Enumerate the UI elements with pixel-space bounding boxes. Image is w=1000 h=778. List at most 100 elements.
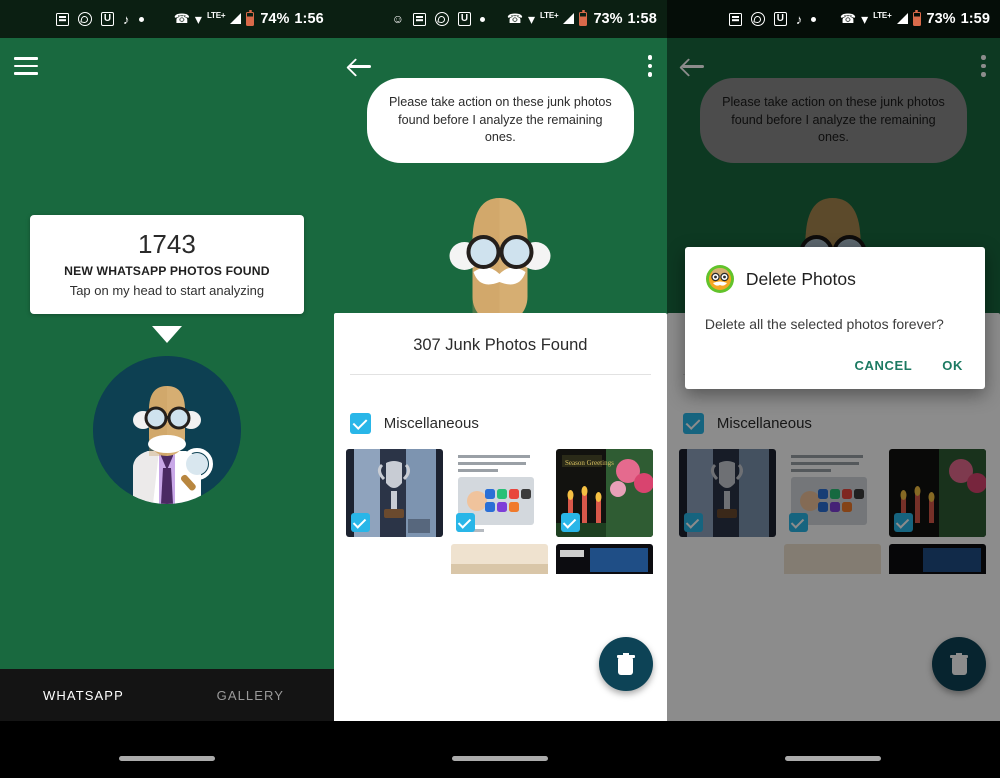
- delete-fab-button[interactable]: [598, 637, 653, 691]
- battery-icon: [912, 9, 921, 26]
- photo-checkbox[interactable]: [455, 513, 475, 532]
- clock-3: 1:59: [960, 11, 990, 27]
- photo-thumbnail-row-1: Season Greetings: [334, 434, 667, 537]
- photo-partial-image: [345, 544, 443, 574]
- home-pill-3[interactable]: [785, 756, 882, 761]
- panel-delete-confirmation-dialog: U ♪ ☎ ▾ LTE+ 73% 1:59 Please take action…: [666, 0, 1000, 778]
- photo-partial-image: [450, 544, 548, 574]
- bottom-tab-bar: WHATSAPP GALLERY: [0, 669, 334, 721]
- back-arrow-icon[interactable]: [348, 55, 374, 77]
- photo-partial-image: [555, 544, 653, 574]
- app-bar-1: [0, 38, 334, 94]
- phone-call-icon: ☎: [839, 11, 857, 26]
- dot-icon: [480, 16, 486, 22]
- battery-icon: [246, 9, 255, 26]
- status-system-icons-1: ☎ ▾ LTE+ 74% 1:56: [173, 9, 324, 27]
- junk-photos-bottom-sheet: 307 Junk Photos Found Miscellaneous Seas…: [333, 313, 667, 721]
- photo-checkbox[interactable]: [560, 513, 580, 532]
- status-system-icons-3: ☎ ▾ LTE+ 73% 1:59: [839, 9, 990, 27]
- photo-count-card: 1743 NEW WHATSAPP PHOTOS FOUND Tap on my…: [30, 215, 304, 314]
- photo-thumbnail[interactable]: [450, 449, 548, 537]
- u-app-icon: U: [101, 12, 114, 26]
- signal-icon: [563, 13, 575, 24]
- network-type-label-3: LTE+: [873, 10, 892, 20]
- signal-icon: [230, 13, 242, 24]
- photo-count-subtitle: NEW WHATSAPP PHOTOS FOUND: [64, 264, 270, 278]
- group-header-misc: Miscellaneous: [334, 375, 667, 434]
- photo-thumbnail[interactable]: [345, 544, 443, 574]
- status-bar-3: U ♪ ☎ ▾ LTE+ 73% 1:59: [666, 0, 1000, 38]
- tab-gallery[interactable]: GALLERY: [167, 688, 334, 703]
- photo-thumbnail[interactable]: [345, 449, 443, 537]
- wifi-icon: ▾: [861, 11, 869, 27]
- network-type-label-1: LTE+: [206, 10, 226, 20]
- photo-count-hint: Tap on my head to start analyzing: [69, 283, 265, 298]
- panel-home-screen: U ♪ ☎ ▾ LTE+ 74% 1:56 1743 NEW WHATSAPP …: [0, 0, 334, 778]
- news-icon: [413, 12, 427, 26]
- dot-icon: [138, 16, 144, 22]
- home-pill-1[interactable]: [118, 756, 215, 761]
- whatsapp-icon: [435, 12, 450, 26]
- battery-percent-3: 73%: [926, 11, 956, 27]
- dialog-actions: CANCEL OK: [705, 332, 965, 381]
- news-icon: [728, 12, 742, 26]
- assistant-speech-bubble-2: Please take action on these junk photos …: [366, 78, 634, 163]
- status-system-icons-2: ☎ ▾ LTE+ 73% 1:58: [506, 9, 657, 27]
- tiktok-icon: ♪: [123, 11, 130, 27]
- status-bar-1: U ♪ ☎ ▾ LTE+ 74% 1:56: [0, 0, 334, 38]
- phone-call-icon: ☎: [173, 11, 190, 26]
- dialog-scrim-overlay[interactable]: [666, 38, 1000, 778]
- gesture-nav-3: [666, 721, 1000, 778]
- sheet-title-2: 307 Junk Photos Found: [413, 336, 588, 354]
- u-app-icon: U: [773, 12, 787, 26]
- home-pill-2[interactable]: [452, 756, 549, 761]
- battery-icon: [579, 9, 588, 26]
- clock-1: 1:56: [294, 11, 324, 27]
- status-bar-2: ☺ U ☎ ▾ LTE+ 73% 1:58: [333, 0, 667, 38]
- dot-icon: [811, 16, 817, 22]
- photo-thumbnail[interactable]: Season Greetings: [555, 449, 653, 537]
- professor-avatar-graphic: [92, 356, 241, 504]
- hamburger-menu-icon[interactable]: [14, 57, 38, 75]
- wifi-icon: ▾: [194, 11, 202, 27]
- dialog-title: Delete Photos: [745, 268, 856, 289]
- photo-checkbox[interactable]: [350, 513, 370, 532]
- status-notification-icons-2: ☺ U: [391, 11, 486, 26]
- clock-2: 1:58: [627, 11, 657, 27]
- phone-call-icon: ☎: [506, 11, 524, 26]
- svg-text:Season Greetings: Season Greetings: [565, 459, 614, 467]
- caret-down-icon: [151, 326, 182, 343]
- photo-thumbnail[interactable]: [450, 544, 548, 574]
- delete-trash-icon: [616, 653, 635, 675]
- group-label-misc: Miscellaneous: [383, 415, 479, 432]
- u-app-icon: U: [458, 12, 472, 26]
- tiktok-icon: ♪: [795, 11, 803, 27]
- panel-junk-photos-sheet: ☺ U ☎ ▾ LTE+ 73% 1:58 Please take action…: [333, 0, 667, 778]
- news-icon: [56, 12, 69, 26]
- status-notification-icons-3: U ♪: [728, 11, 817, 27]
- whatsapp-icon: [78, 12, 92, 26]
- professor-avatar-button[interactable]: [92, 356, 241, 504]
- network-type-label-2: LTE+: [540, 10, 559, 20]
- photo-thumbnail-row-2: [334, 537, 667, 574]
- three-panel-screenshot-strip: U ♪ ☎ ▾ LTE+ 74% 1:56 1743 NEW WHATSAPP …: [0, 0, 1000, 778]
- tab-whatsapp[interactable]: WHATSAPP: [0, 688, 167, 703]
- photo-thumbnail[interactable]: [555, 544, 653, 574]
- status-notification-icons-1: U ♪: [56, 12, 144, 26]
- cancel-button[interactable]: CANCEL: [855, 358, 913, 373]
- gesture-nav-2: [333, 721, 667, 778]
- ok-button[interactable]: OK: [942, 358, 963, 373]
- wifi-icon: ▾: [528, 11, 536, 27]
- battery-percent-1: 74%: [260, 11, 290, 27]
- kebab-menu-icon[interactable]: [647, 55, 653, 77]
- dialog-header: Delete Photos: [705, 264, 965, 294]
- incognito-mask-icon: ☺: [391, 11, 405, 26]
- battery-percent-2: 73%: [593, 11, 623, 27]
- delete-photos-dialog: Delete Photos Delete all the selected ph…: [684, 247, 985, 389]
- group-checkbox-misc[interactable]: [349, 413, 371, 434]
- dialog-message: Delete all the selected photos forever?: [704, 316, 944, 332]
- gesture-nav-1: [0, 721, 334, 778]
- photo-count-number: 1743: [137, 229, 196, 259]
- whatsapp-icon: [750, 12, 765, 26]
- professor-avatar-icon: [705, 265, 734, 293]
